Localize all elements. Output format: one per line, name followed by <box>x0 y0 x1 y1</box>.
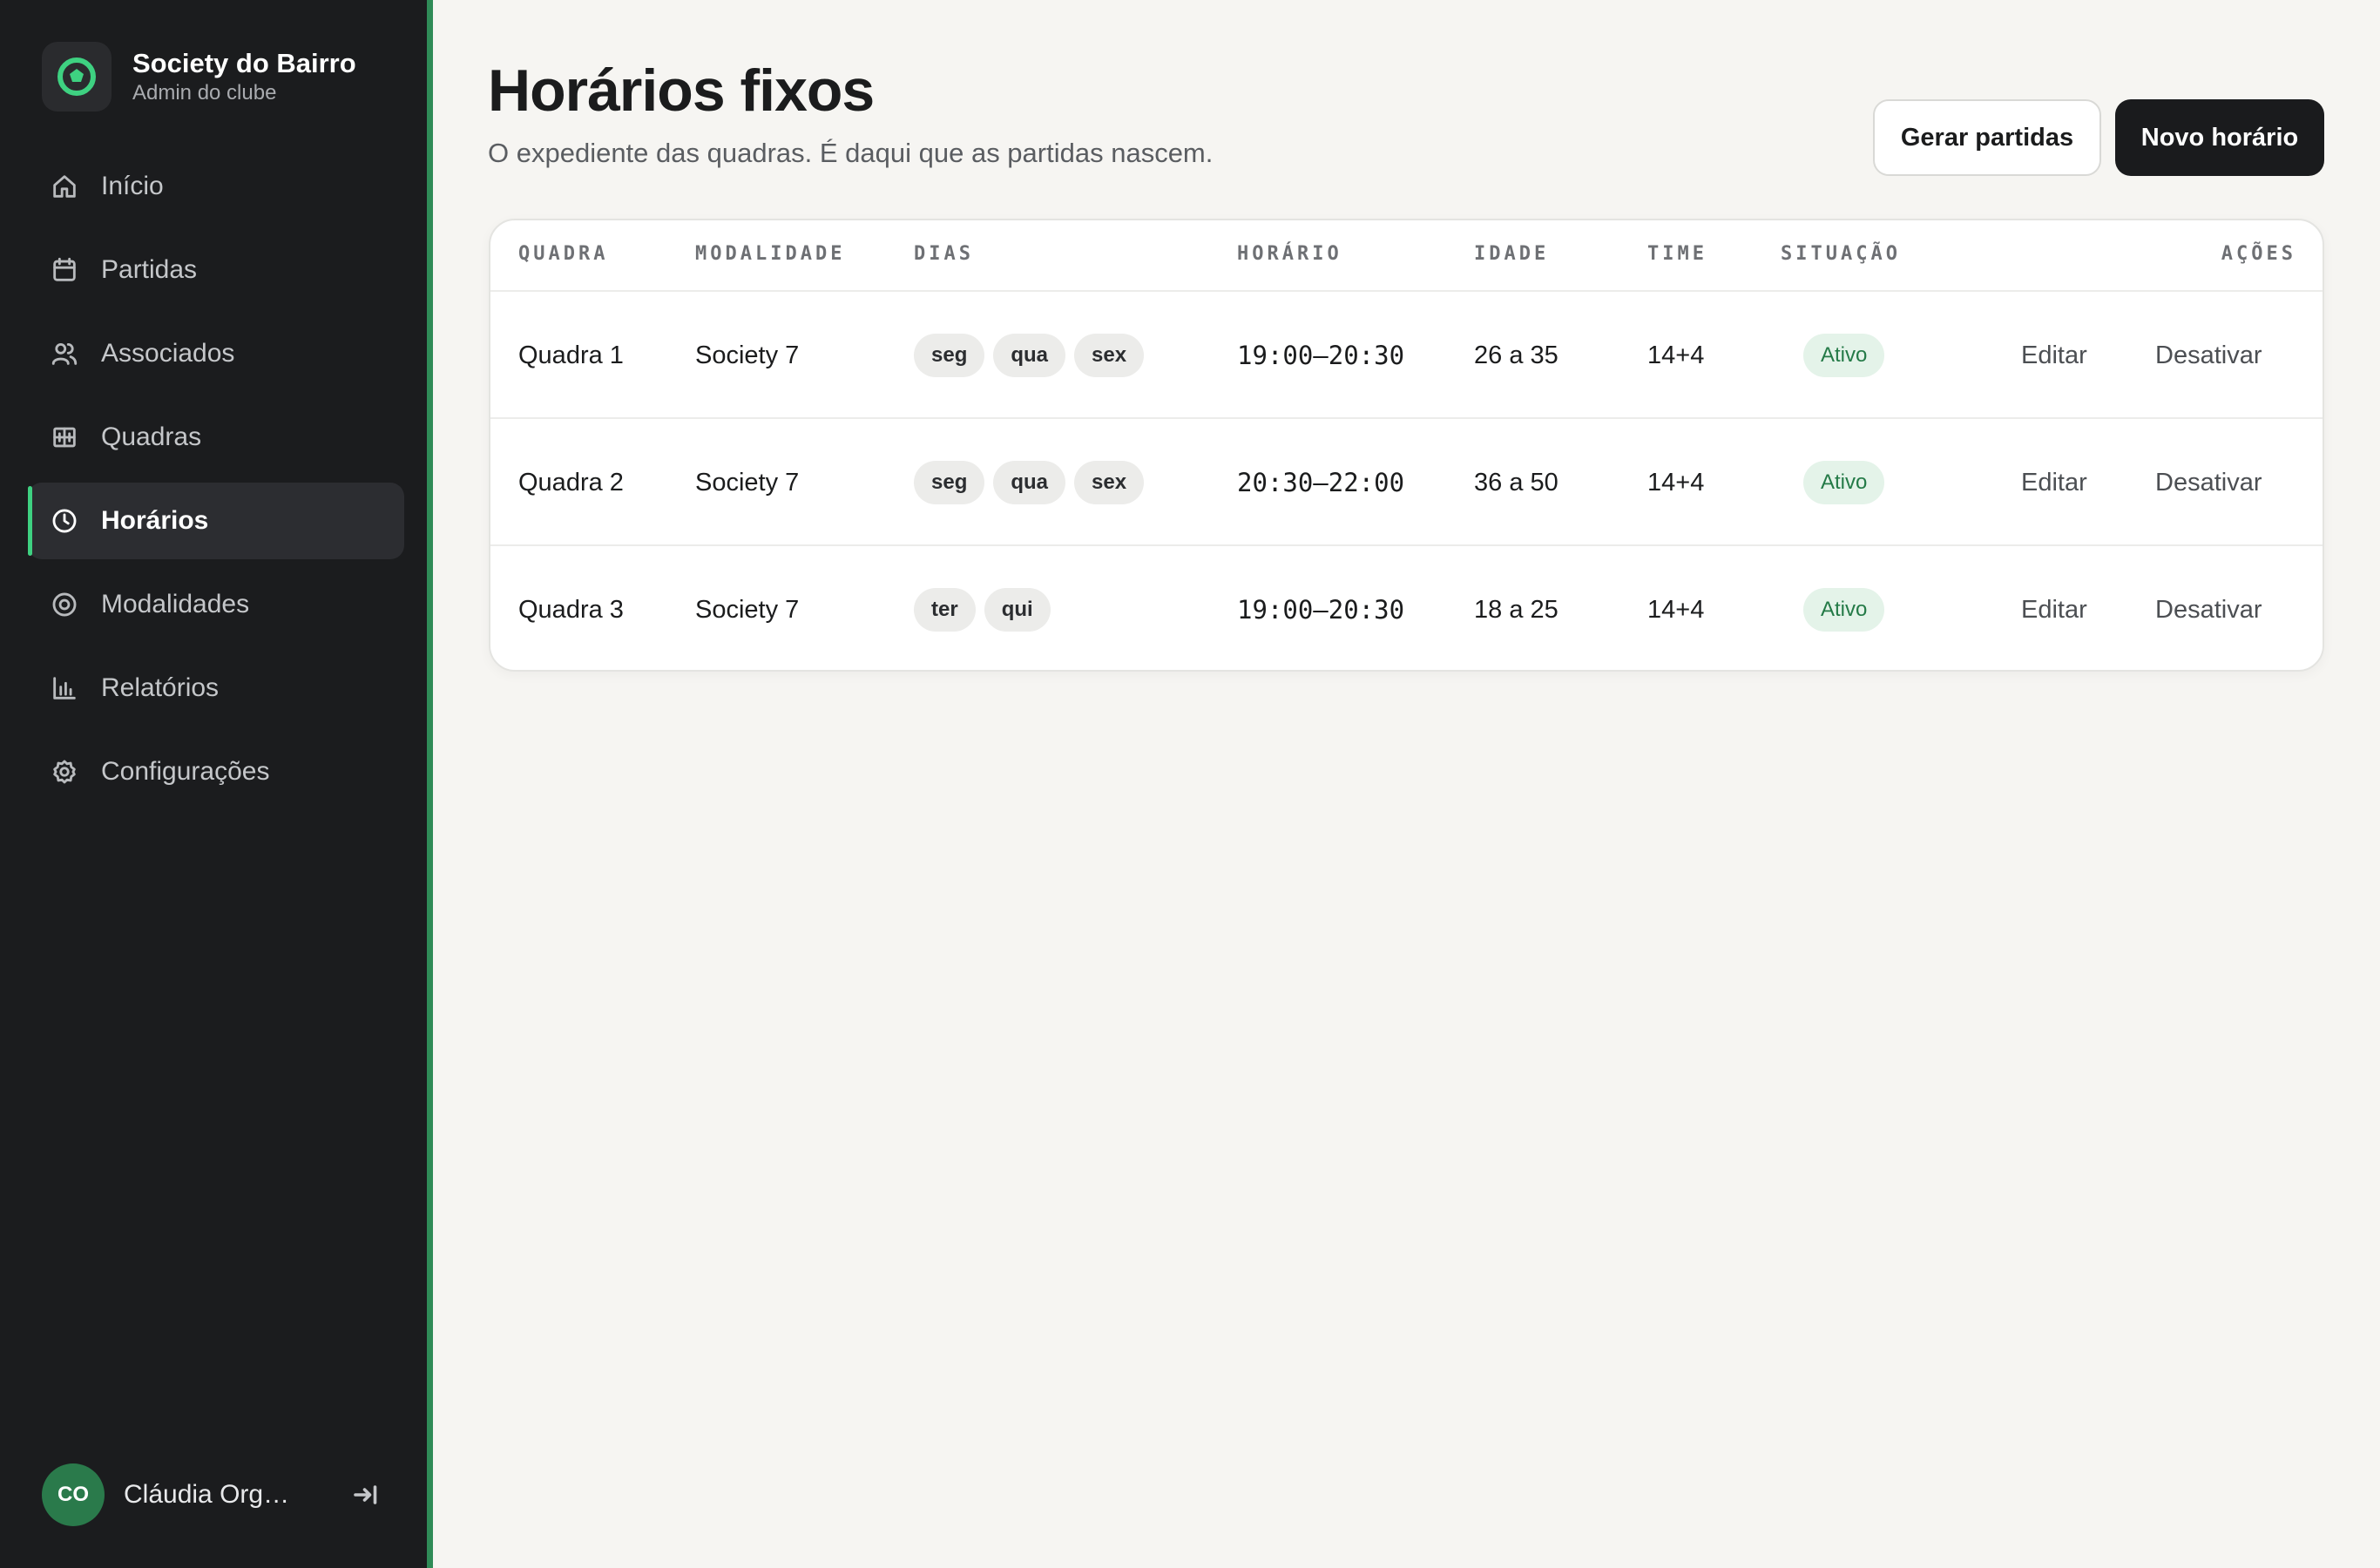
column-header-idade: IDADE <box>1474 243 1550 265</box>
cell-situacao: Ativo <box>1803 419 1885 546</box>
cell-dias: ter qui <box>914 546 1059 670</box>
day-chip: qui <box>984 588 1051 632</box>
logout-icon[interactable] <box>350 1479 382 1511</box>
brand-subtitle: Admin do clube <box>132 81 277 105</box>
sidebar-item-label: Início <box>101 172 164 200</box>
day-chip: qua <box>993 334 1066 377</box>
day-chip: ter <box>914 588 976 632</box>
bar-chart-icon <box>49 672 80 704</box>
sidebar-item-relatorios[interactable]: Relatórios <box>28 650 404 727</box>
sidebar-item-configuracoes[interactable]: Configurações <box>28 733 404 810</box>
cell-idade: 18 a 25 <box>1474 595 1558 624</box>
cell-dias: seg qua sex <box>914 419 1153 546</box>
sidebar-accent-border <box>427 0 433 1568</box>
cell-horario: 20:30–22:00 <box>1237 468 1405 497</box>
cell-modalidade: Society 7 <box>695 595 800 624</box>
grid-icon <box>49 422 80 453</box>
home-icon <box>49 171 80 202</box>
sidebar-item-horarios[interactable]: Horários <box>28 483 404 559</box>
calendar-icon <box>49 254 80 286</box>
day-chip: qua <box>993 461 1066 504</box>
new-schedule-button[interactable]: Novo horário <box>2115 99 2324 176</box>
page-subtitle: O expediente das quadras. É daqui que as… <box>488 138 1214 168</box>
generate-matches-button[interactable]: Gerar partidas <box>1873 99 2101 176</box>
cell-modalidade: Society 7 <box>695 341 800 369</box>
table-row: Quadra 2 Society 7 seg qua sex 20:30–22:… <box>490 419 2323 546</box>
status-badge: Ativo <box>1803 461 1885 504</box>
status-badge: Ativo <box>1803 334 1885 377</box>
day-chip: seg <box>914 461 985 504</box>
status-badge: Ativo <box>1803 588 1885 632</box>
sidebar-item-label: Relatórios <box>101 673 220 702</box>
page-title: Horários fixos <box>488 57 875 124</box>
column-header-time: TIME <box>1647 243 1707 265</box>
sidebar-item-label: Partidas <box>101 255 198 284</box>
cell-time: 14+4 <box>1647 468 1705 497</box>
sidebar-item-label: Associados <box>101 339 235 368</box>
cell-situacao: Ativo <box>1803 546 1885 670</box>
day-chip: sex <box>1074 461 1145 504</box>
sidebar-item-label: Modalidades <box>101 590 250 618</box>
cell-time: 14+4 <box>1647 341 1705 369</box>
table-row: Quadra 1 Society 7 seg qua sex 19:00–20:… <box>490 292 2323 419</box>
brand-title: Society do Bairro <box>132 48 356 78</box>
user-profile[interactable]: CO Cláudia Org… <box>42 1463 382 1526</box>
sidebar-item-label: Horários <box>101 506 209 535</box>
edit-button[interactable]: Editar <box>2021 419 2087 546</box>
sidebar-item-partidas[interactable]: Partidas <box>28 232 404 308</box>
pentagon-badge-icon <box>42 42 112 112</box>
table-header: QUADRA MODALIDADE DIAS HORÁRIO IDADE TIM… <box>490 220 2323 292</box>
cell-quadra: Quadra 3 <box>518 595 624 624</box>
cell-quadra: Quadra 1 <box>518 341 624 369</box>
sidebar-item-label: Configurações <box>101 757 270 786</box>
sidebar: Society do Bairro Admin do clube Início … <box>0 0 427 1568</box>
user-name: Cláudia Org… <box>124 1480 289 1509</box>
cell-idade: 26 a 35 <box>1474 341 1558 369</box>
sidebar-item-modalidades[interactable]: Modalidades <box>28 566 404 643</box>
edit-button[interactable]: Editar <box>2021 546 2087 670</box>
cell-time: 14+4 <box>1647 595 1705 624</box>
sidebar-item-inicio[interactable]: Início <box>28 148 404 225</box>
clock-icon <box>49 505 80 537</box>
cell-horario: 19:00–20:30 <box>1237 341 1405 370</box>
avatar: CO <box>42 1463 105 1526</box>
deactivate-button[interactable]: Desativar <box>2155 292 2262 419</box>
column-header-situacao: SITUAÇÃO <box>1781 243 1901 265</box>
target-icon <box>49 589 80 620</box>
column-header-horario: HORÁRIO <box>1237 243 1342 265</box>
cell-situacao: Ativo <box>1803 292 1885 419</box>
cell-horario: 19:00–20:30 <box>1237 595 1405 625</box>
sidebar-nav: Início Partidas Associados Quadras Horár… <box>28 148 404 817</box>
users-icon <box>49 338 80 369</box>
column-header-modalidade: MODALIDADE <box>695 243 846 265</box>
table-row: Quadra 3 Society 7 ter qui 19:00–20:30 1… <box>490 546 2323 670</box>
schedules-table: QUADRA MODALIDADE DIAS HORÁRIO IDADE TIM… <box>489 219 2324 672</box>
deactivate-button[interactable]: Desativar <box>2155 546 2262 670</box>
cell-idade: 36 a 50 <box>1474 468 1558 497</box>
brand[interactable]: Society do Bairro Admin do clube <box>42 42 356 112</box>
column-header-dias: DIAS <box>914 243 974 265</box>
gear-icon <box>49 756 80 787</box>
day-chip: sex <box>1074 334 1145 377</box>
sidebar-item-quadras[interactable]: Quadras <box>28 399 404 476</box>
sidebar-item-associados[interactable]: Associados <box>28 315 404 392</box>
day-chip: seg <box>914 334 985 377</box>
cell-quadra: Quadra 2 <box>518 468 624 497</box>
column-header-acoes: AÇÕES <box>2221 243 2296 265</box>
column-header-quadra: QUADRA <box>518 243 609 265</box>
cell-modalidade: Society 7 <box>695 468 800 497</box>
cell-dias: seg qua sex <box>914 292 1153 419</box>
deactivate-button[interactable]: Desativar <box>2155 419 2262 546</box>
sidebar-item-label: Quadras <box>101 422 202 451</box>
edit-button[interactable]: Editar <box>2021 292 2087 419</box>
